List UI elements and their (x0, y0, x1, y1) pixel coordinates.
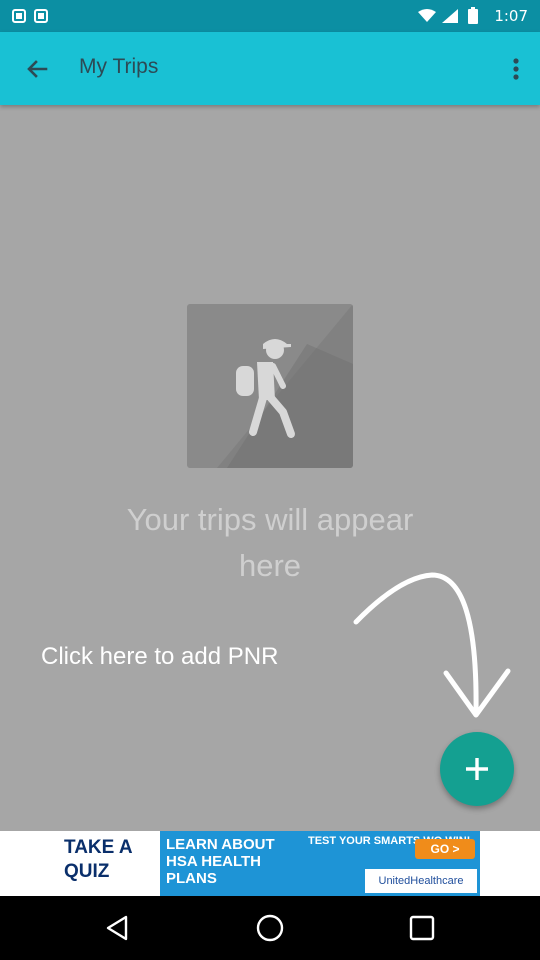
arrow-back-icon (27, 60, 48, 78)
curved-arrow-icon (353, 572, 511, 718)
add-trip-fab[interactable] (440, 732, 514, 806)
notification-icon (12, 9, 26, 23)
ad-strip: TAKE A QUIZ LEARN ABOUT HSA HEALTH PLANS… (0, 831, 540, 896)
signal-icon (442, 9, 458, 23)
ad-banner[interactable]: TAKE A QUIZ LEARN ABOUT HSA HEALTH PLANS… (60, 831, 480, 896)
back-triangle-icon (106, 915, 128, 941)
plus-icon (466, 758, 488, 780)
notification-icon (34, 9, 48, 23)
nav-recents-button[interactable] (406, 912, 438, 944)
add-pnr-hint: Click here to add PNR (41, 643, 279, 670)
home-circle-icon (256, 914, 284, 942)
wifi-icon (418, 9, 436, 22)
ad-learn-text: LEARN ABOUT HSA HEALTH PLANS (166, 836, 275, 887)
app-bar: My Trips (0, 32, 540, 105)
ad-brand-logo: UnitedHealthcare (365, 869, 477, 893)
screen: 1:07 My Trips Your trips will appear her… (0, 0, 540, 960)
overflow-menu-button[interactable] (506, 52, 526, 86)
status-time: 1:07 (494, 7, 528, 25)
battery-icon (468, 7, 478, 24)
main-content: Your trips will appear here Click here t… (0, 105, 540, 831)
status-bar: 1:07 (0, 0, 540, 32)
nav-home-button[interactable] (254, 912, 286, 944)
ad-take-quiz-text: TAKE A QUIZ (64, 837, 132, 882)
more-vert-icon (513, 58, 519, 80)
ad-go-button[interactable]: GO > (415, 839, 475, 859)
page-title: My Trips (79, 55, 159, 78)
back-button[interactable] (20, 52, 54, 86)
recents-square-icon (409, 915, 435, 941)
empty-state-illustration (187, 304, 353, 468)
nav-back-button[interactable] (102, 912, 134, 944)
hiker-icon (217, 304, 353, 468)
system-nav-bar (0, 896, 540, 960)
